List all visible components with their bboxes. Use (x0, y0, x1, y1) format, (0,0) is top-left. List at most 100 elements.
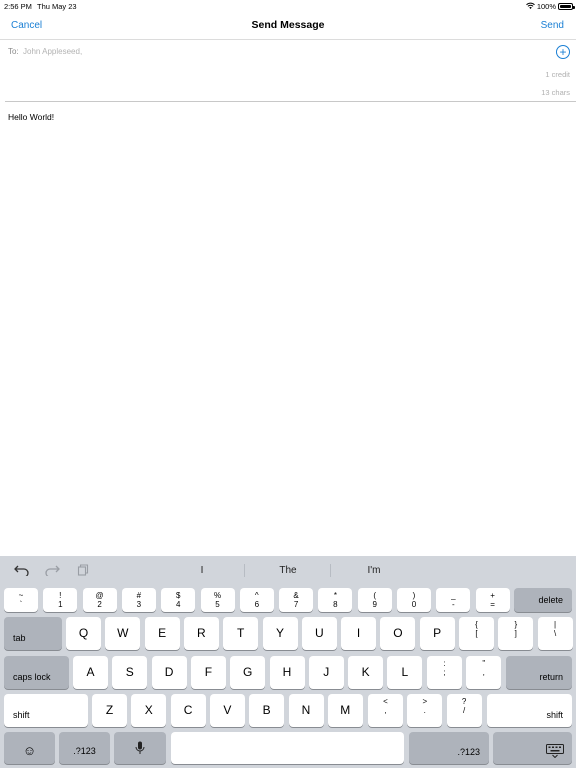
key-label: 2 (97, 600, 102, 609)
return-key[interactable]: return (506, 656, 572, 689)
recipients-row[interactable]: To: John Appleseed, + (0, 40, 576, 64)
key-symbol-2[interactable]: | \ (537, 617, 573, 650)
key-g[interactable]: G (230, 656, 266, 689)
key-label: K (361, 665, 370, 679)
key-h[interactable]: H (269, 656, 305, 689)
key-label: ! (59, 591, 62, 600)
key-v[interactable]: V (209, 694, 245, 727)
undo-icon[interactable] (14, 564, 30, 576)
numbers-left-key[interactable]: .?123 (59, 732, 110, 764)
key-number-11[interactable]: _ - (436, 588, 471, 612)
shift-left-key[interactable]: shift (4, 694, 88, 727)
key-number-4[interactable]: $4 (161, 588, 196, 612)
emoji-icon: ☺ (22, 743, 37, 758)
shift-right-key[interactable]: shift (487, 694, 572, 727)
key-f[interactable]: F (190, 656, 226, 689)
key-label: caps lock (13, 672, 51, 682)
key-b[interactable]: B (249, 694, 285, 727)
key-label: A (86, 665, 95, 679)
key-number-8[interactable]: * 8 (318, 588, 353, 612)
redo-icon[interactable] (44, 564, 60, 576)
key-number-12[interactable]: + = (475, 588, 510, 612)
key-l[interactable]: L (387, 656, 423, 689)
key-i[interactable]: I (341, 617, 377, 650)
suggestion-separator (330, 564, 331, 577)
key-t[interactable]: T (223, 617, 259, 650)
key-punct2-1[interactable]: >. (407, 694, 443, 727)
key-label: & (293, 591, 299, 600)
key-a[interactable]: A (73, 656, 108, 689)
key-e[interactable]: E (144, 617, 180, 650)
key-label: I (356, 626, 361, 640)
key-label: [ (475, 629, 478, 638)
credit-counter: 1 credit (545, 70, 570, 79)
microphone-key[interactable] (114, 732, 166, 764)
key-symbol-1[interactable]: }] (498, 617, 534, 650)
keyboard-dismiss-key[interactable] (493, 732, 572, 764)
key-label: $ (175, 591, 181, 600)
key-n[interactable]: N (288, 694, 324, 727)
key-j[interactable]: J (308, 656, 344, 689)
key-number-10[interactable]: ) 0 (397, 588, 431, 612)
key-number-0[interactable]: ~ ` (4, 588, 38, 612)
key-label: # (136, 591, 142, 600)
delete-key[interactable]: delete (514, 588, 572, 612)
key-label: 8 (333, 600, 338, 609)
key-number-5[interactable]: % 5 (200, 588, 235, 612)
shortcut-bar: I The I'm (0, 556, 576, 584)
suggestion-3[interactable]: I'm (332, 565, 416, 576)
caps-lock-key[interactable]: caps lock (4, 656, 69, 689)
key-punct-0[interactable]: :; (427, 656, 462, 689)
key-number-7[interactable]: & 7 (279, 588, 314, 612)
emoji-key[interactable]: ☺ (4, 732, 55, 764)
suggestion-2[interactable]: The (246, 565, 330, 576)
key-number-9[interactable]: (9 (357, 588, 392, 612)
recipients-field[interactable]: John Appleseed, (23, 47, 82, 56)
key-label: Q (78, 626, 89, 640)
key-number-1[interactable]: ! 1 (43, 588, 78, 612)
key-symbol-0[interactable]: {[ (459, 617, 494, 650)
clipboard-icon[interactable] (77, 564, 89, 576)
key-label: / (462, 706, 466, 715)
key-u[interactable]: U (301, 617, 337, 650)
key-p[interactable]: P (419, 617, 455, 650)
key-number-6[interactable]: ^ 6 (239, 588, 274, 612)
key-label: L (401, 665, 409, 679)
key-punct2-0[interactable]: <, (368, 694, 403, 727)
key-label: P (433, 626, 442, 640)
suggestion-1[interactable]: I (160, 565, 244, 576)
key-label: + (490, 591, 495, 600)
key-d[interactable]: D (151, 656, 187, 689)
key-w[interactable]: W (105, 617, 141, 650)
key-label: tab (13, 633, 26, 643)
key-label: U (314, 626, 324, 640)
plus-circle-icon[interactable]: + (556, 45, 570, 59)
tab-key[interactable]: tab (4, 617, 62, 650)
send-button[interactable]: Send (541, 20, 564, 31)
key-label: return (539, 672, 563, 682)
key-q[interactable]: Q (66, 617, 101, 650)
key-o[interactable]: O (380, 617, 416, 650)
key-s[interactable]: S (112, 656, 148, 689)
key-m[interactable]: M (327, 694, 363, 727)
key-x[interactable]: X (131, 694, 167, 727)
key-k[interactable]: K (348, 656, 384, 689)
key-c[interactable]: C (170, 694, 206, 727)
key-number-2[interactable]: @2 (82, 588, 117, 612)
key-punct-1[interactable]: ", (466, 656, 502, 689)
key-y[interactable]: Y (262, 617, 298, 650)
message-body[interactable]: Hello World! (8, 112, 54, 122)
key-label: ) (412, 591, 416, 600)
suggestion-separator (244, 564, 245, 577)
key-label: _ (451, 591, 456, 600)
key-label: 9 (372, 600, 377, 609)
key-label: B (262, 703, 271, 717)
key-punct2-2[interactable]: ? / (446, 694, 482, 727)
numbers-right-key[interactable]: .?123 (409, 732, 489, 764)
space-bar[interactable] (171, 732, 404, 764)
key-number-3[interactable]: #3 (121, 588, 156, 612)
key-r[interactable]: R (183, 617, 219, 650)
key-label: \ (553, 629, 557, 638)
key-z[interactable]: Z (92, 694, 127, 727)
key-label: { (475, 620, 478, 629)
